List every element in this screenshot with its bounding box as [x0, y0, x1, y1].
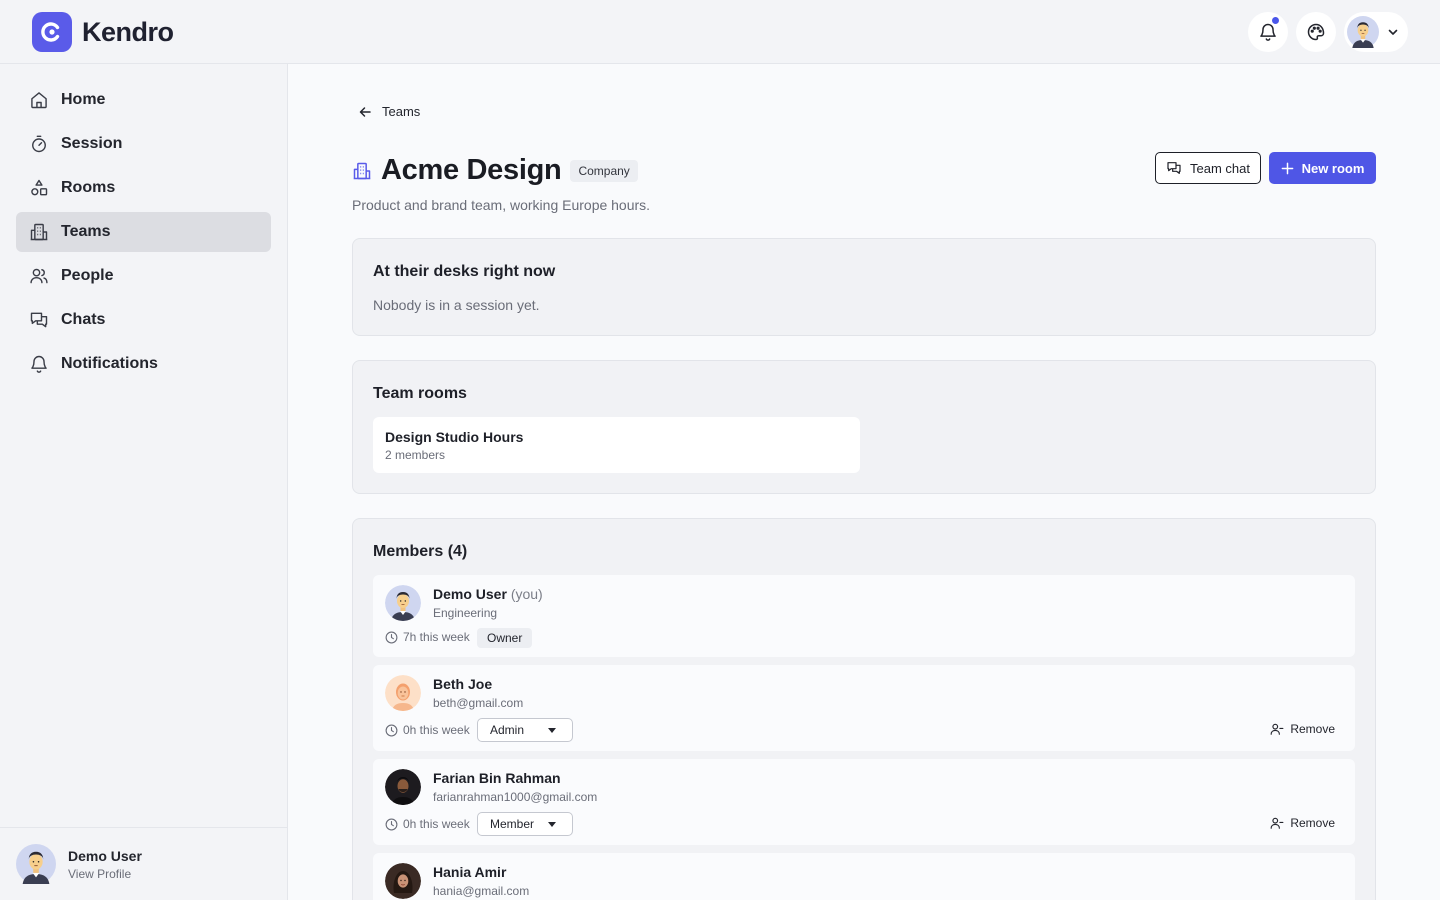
- app-name: Kendro: [82, 16, 174, 47]
- member-email: farianrahman1000@gmail.com: [433, 790, 598, 804]
- team-type-badge: Company: [570, 159, 638, 182]
- sidebar-item-teams[interactable]: Teams: [16, 212, 271, 252]
- top-bar: Kendro: [0, 0, 1440, 64]
- sidebar-nav: Home Session Rooms Teams People Chats No…: [0, 64, 287, 404]
- member-row: Farian Bin Rahman farianrahman1000@gmail…: [373, 759, 1355, 845]
- sidebar-item-rooms[interactable]: Rooms: [16, 168, 271, 208]
- profile-name: Demo User: [68, 847, 142, 864]
- member-name: Farian Bin Rahman: [433, 770, 561, 786]
- building-icon: [28, 221, 50, 243]
- team-chat-label: Team chat: [1190, 160, 1250, 176]
- app-logo[interactable]: Kendro: [32, 12, 174, 52]
- avatar: [385, 675, 421, 711]
- rooms-icon: [28, 177, 50, 199]
- new-room-button[interactable]: New room: [1269, 152, 1376, 184]
- room-member-count: 2 members: [385, 448, 446, 462]
- member-hours: 7h this week: [385, 630, 470, 644]
- room-name: Design Studio Hours: [385, 429, 524, 445]
- member-email: beth@gmail.com: [433, 696, 524, 710]
- you-label: (you): [510, 586, 543, 602]
- user-minus-icon: [1270, 723, 1284, 735]
- member-department: Engineering: [433, 606, 498, 620]
- chat-icon: [28, 309, 50, 331]
- sidebar-item-people[interactable]: People: [16, 256, 271, 296]
- member-row: Hania Amir hania@gmail.com: [373, 853, 1355, 900]
- role-select[interactable]: Member: [477, 812, 573, 836]
- bell-icon: [28, 353, 50, 375]
- member-name: Beth Joe: [433, 676, 493, 692]
- clock-icon: [385, 631, 398, 643]
- sidebar-item-home[interactable]: Home: [16, 80, 271, 120]
- clock-icon: [385, 818, 398, 830]
- profile-menu-button[interactable]: [1344, 12, 1408, 52]
- user-minus-icon: [1270, 817, 1284, 829]
- remove-member-button[interactable]: Remove: [1270, 816, 1335, 830]
- sidebar-item-label: Rooms: [61, 179, 116, 196]
- sidebar-item-label: Home: [61, 91, 106, 108]
- chat-icon: [1167, 162, 1181, 174]
- member-name: Hania Amir: [433, 864, 507, 880]
- role-select-value: Member: [490, 817, 535, 831]
- member-email: hania@gmail.com: [433, 884, 530, 898]
- members-card: Members (4) Demo User (you) Engineering …: [352, 518, 1376, 900]
- sidebar-item-label: People: [61, 267, 114, 284]
- desks-empty-text: Nobody is in a session yet.: [373, 297, 540, 313]
- member-name: Demo User (you): [433, 586, 543, 602]
- sidebar-item-label: Teams: [61, 223, 111, 240]
- member-hours: 0h this week: [385, 723, 470, 737]
- logo-icon: [32, 12, 72, 52]
- desks-title: At their desks right now: [373, 263, 556, 280]
- chevron-down-icon: [1388, 29, 1398, 35]
- profile-link[interactable]: Demo User View Profile: [0, 827, 287, 900]
- room-tile[interactable]: Design Studio Hours 2 members: [373, 417, 860, 473]
- bell-icon: [1260, 23, 1276, 41]
- avatar: [385, 585, 421, 621]
- member-hours: 0h this week: [385, 817, 470, 831]
- arrow-left-icon: [359, 106, 371, 117]
- people-icon: [28, 265, 50, 287]
- role-select[interactable]: Admin: [477, 718, 573, 742]
- caret-down-icon: [548, 822, 556, 827]
- notifications-button[interactable]: [1248, 12, 1288, 52]
- building-icon: [353, 162, 371, 179]
- sidebar-item-label: Session: [61, 135, 123, 152]
- member-row: Demo User (you) Engineering 7h this week…: [373, 575, 1355, 657]
- sidebar-item-notifications[interactable]: Notifications: [16, 344, 271, 384]
- desks-card: At their desks right now Nobody is in a …: [352, 238, 1376, 336]
- members-title: Members (4): [373, 543, 468, 560]
- avatar: [385, 863, 421, 899]
- page-title: Acme Design: [381, 154, 562, 186]
- team-rooms-title: Team rooms: [373, 385, 467, 402]
- remove-member-button[interactable]: Remove: [1270, 722, 1335, 736]
- plus-icon: [1281, 162, 1293, 174]
- theme-button[interactable]: [1296, 12, 1336, 52]
- caret-down-icon: [548, 728, 556, 733]
- team-description: Product and brand team, working Europe h…: [352, 197, 651, 213]
- team-rooms-card: Team rooms Design Studio Hours 2 members: [352, 360, 1376, 494]
- member-row: Beth Joe beth@gmail.com 0h this week Adm…: [373, 665, 1355, 751]
- avatar: [1347, 16, 1379, 48]
- breadcrumb-back[interactable]: Teams: [358, 104, 420, 119]
- clock-icon: [385, 724, 398, 736]
- view-profile-link[interactable]: View Profile: [68, 867, 142, 881]
- breadcrumb-label: Teams: [382, 104, 421, 119]
- unread-dot: [1271, 16, 1280, 25]
- timer-icon: [28, 133, 50, 155]
- home-icon: [28, 89, 50, 111]
- role-select-value: Admin: [490, 723, 525, 737]
- sidebar: Home Session Rooms Teams People Chats No…: [0, 64, 288, 900]
- sidebar-item-chats[interactable]: Chats: [16, 300, 271, 340]
- palette-icon: [1307, 23, 1325, 41]
- role-badge: Owner: [477, 628, 533, 648]
- new-room-label: New room: [1301, 160, 1365, 176]
- sidebar-item-label: Chats: [61, 311, 106, 328]
- main-content: Teams Acme Design Company Product and br…: [288, 64, 1440, 900]
- team-chat-button[interactable]: Team chat: [1155, 152, 1261, 184]
- sidebar-item-session[interactable]: Session: [16, 124, 271, 164]
- avatar: [385, 769, 421, 805]
- avatar: [16, 844, 56, 884]
- sidebar-item-label: Notifications: [61, 355, 158, 372]
